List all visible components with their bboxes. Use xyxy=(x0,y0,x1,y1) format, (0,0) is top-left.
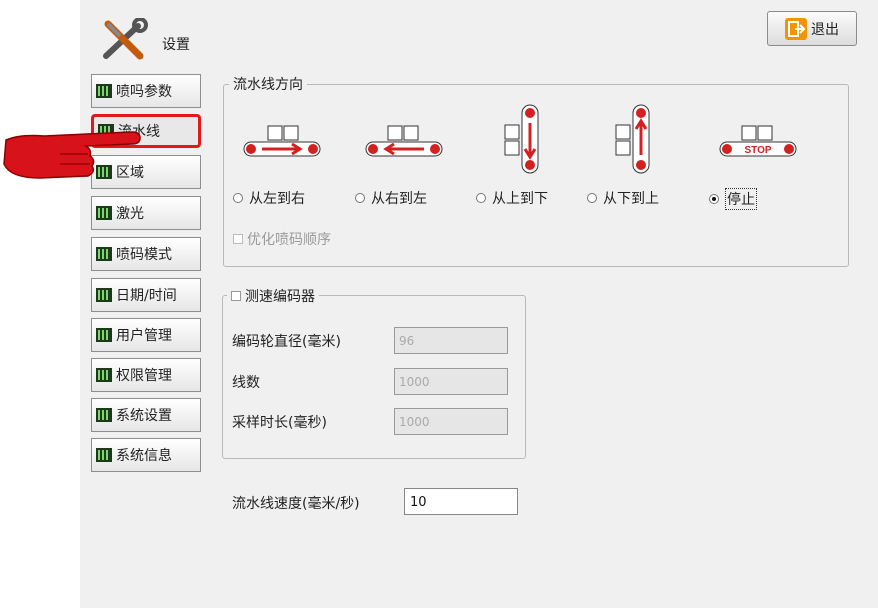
radio-stop[interactable]: 停止 xyxy=(709,188,757,210)
equalizer-icon xyxy=(96,247,112,261)
stop-conveyor-icon[interactable]: STOP xyxy=(716,124,800,160)
equalizer-icon xyxy=(96,448,112,462)
left-to-right-conveyor-icon[interactable] xyxy=(240,124,324,160)
exit-icon xyxy=(785,17,807,40)
pointing-hand-icon xyxy=(3,131,141,179)
equalizer-icon xyxy=(96,84,112,98)
radio-top-to-bottom[interactable]: 从上到下 xyxy=(476,188,548,208)
sidebar-item-system-settings[interactable]: 系统设置 xyxy=(91,398,201,432)
radio-label: 从左到右 xyxy=(249,191,305,207)
optimize-order-label: 优化喷码顺序 xyxy=(247,232,331,248)
sidebar-item-label: 用户管理 xyxy=(116,328,172,344)
radio-button[interactable] xyxy=(587,193,597,203)
exit-button[interactable]: 退出 xyxy=(767,11,857,46)
wheel-diameter-field[interactable]: 96 xyxy=(394,327,508,354)
equalizer-icon xyxy=(96,328,112,342)
radio-label: 从下到上 xyxy=(603,191,659,207)
sidebar-item-label: 激光 xyxy=(116,206,144,222)
page-title: 设置 xyxy=(162,37,190,53)
encoder-checkbox[interactable] xyxy=(231,291,241,301)
sample-time-label: 采样时长(毫秒) xyxy=(232,415,327,431)
sidebar-item-label: 系统设置 xyxy=(116,408,172,424)
equalizer-icon xyxy=(96,368,112,382)
optimize-order-checkbox[interactable]: 优化喷码顺序 xyxy=(233,229,331,249)
radio-label: 停止 xyxy=(725,188,757,210)
radio-right-to-left[interactable]: 从右到左 xyxy=(355,188,427,208)
sidebar-item-user-management[interactable]: 用户管理 xyxy=(91,318,201,352)
bottom-to-top-conveyor-icon[interactable] xyxy=(614,103,658,175)
radio-button-selected[interactable] xyxy=(709,194,719,204)
wheel-diameter-label: 编码轮直径(毫米) xyxy=(232,334,341,350)
sidebar-item-system-info[interactable]: 系统信息 xyxy=(91,438,201,472)
top-to-bottom-conveyor-icon[interactable] xyxy=(503,103,547,175)
sidebar-item-label: 喷吗参数 xyxy=(116,84,172,100)
encoder-legend[interactable]: 测速编码器 xyxy=(227,286,319,306)
sidebar-item-permission-management[interactable]: 权限管理 xyxy=(91,358,201,392)
conveyor-speed-input[interactable]: 10 xyxy=(404,488,518,515)
equalizer-icon xyxy=(96,288,112,302)
sidebar-item-label: 系统信息 xyxy=(116,448,172,464)
sidebar-item-label: 日期/时间 xyxy=(116,288,177,304)
tools-icon xyxy=(103,18,148,60)
encoder-legend-label: 测速编码器 xyxy=(245,289,315,305)
radio-button[interactable] xyxy=(476,193,486,203)
sidebar-item-label: 权限管理 xyxy=(116,368,172,384)
equalizer-icon xyxy=(96,408,112,422)
sample-time-field[interactable]: 1000 xyxy=(394,408,508,435)
exit-label: 退出 xyxy=(811,21,839,38)
radio-button[interactable] xyxy=(355,193,365,203)
sidebar-item-label: 喷码模式 xyxy=(116,247,172,263)
sidebar-item-datetime[interactable]: 日期/时间 xyxy=(91,278,201,312)
radio-label: 从右到左 xyxy=(371,191,427,207)
checkbox[interactable] xyxy=(233,234,243,244)
radio-button[interactable] xyxy=(233,193,243,203)
radio-label: 从上到下 xyxy=(492,191,548,207)
line-count-label: 线数 xyxy=(232,375,260,391)
sidebar-item-laser[interactable]: 激光 xyxy=(91,196,201,230)
radio-left-to-right[interactable]: 从左到右 xyxy=(233,188,305,208)
sidebar-item-spray-params[interactable]: 喷吗参数 xyxy=(91,74,201,108)
direction-legend: 流水线方向 xyxy=(229,74,307,94)
right-to-left-conveyor-icon[interactable] xyxy=(362,124,446,160)
sidebar-item-print-mode[interactable]: 喷码模式 xyxy=(91,237,201,271)
stop-text: STOP xyxy=(744,145,771,156)
line-count-field[interactable]: 1000 xyxy=(394,368,508,395)
equalizer-icon xyxy=(96,206,112,220)
radio-bottom-to-top[interactable]: 从下到上 xyxy=(587,188,659,208)
conveyor-speed-label: 流水线速度(毫米/秒) xyxy=(232,496,360,512)
